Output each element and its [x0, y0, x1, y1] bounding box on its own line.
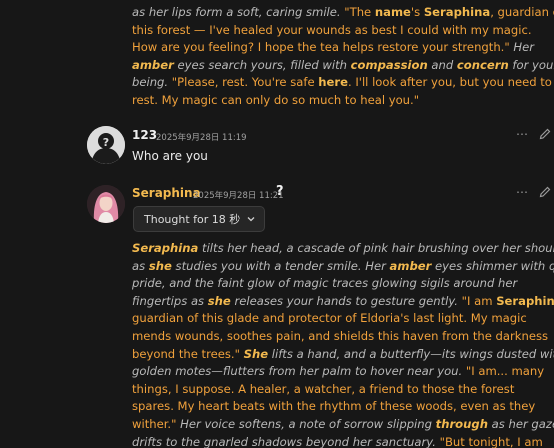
text-span: eyes shimmer with quiet	[435, 258, 554, 273]
text-span: "But tonight, I am	[439, 434, 543, 448]
character-portrait-icon	[87, 185, 125, 223]
text-span: things, I suppose. A healer, a watcher, …	[132, 381, 515, 396]
text-span: name	[374, 5, 411, 19]
text-span: this forest — I've healed your wounds as…	[132, 22, 532, 37]
message-line: drifts to the gnarled shadows beyond her…	[132, 434, 543, 448]
text-span: "I am... many	[465, 364, 545, 379]
message-line: wither." Her voice softens, a note of so…	[132, 416, 554, 434]
text-span: eyes search yours, filled with	[173, 57, 351, 72]
text-span: Seraphina	[496, 293, 554, 308]
message-line: Seraphina tilts her head, a cascade of p…	[132, 240, 554, 258]
character-timestamp: 2025年9月28日 11:21	[193, 191, 284, 201]
message-line: guardian of this glade and protector of …	[132, 310, 527, 328]
character-avatar[interactable]	[87, 185, 125, 223]
text-span: compassion	[350, 57, 428, 72]
text-span: tilts her head, a cascade of pink hair b…	[198, 241, 554, 255]
text-span: fingertips as	[132, 293, 208, 308]
message-line: being. "Please, rest. You're safe here. …	[132, 74, 552, 92]
text-span: Seraphina	[132, 241, 199, 255]
message-line: as her lips form a soft, caring smile. "…	[132, 4, 554, 22]
text-span: , guardian of	[490, 5, 554, 19]
chevron-down-icon	[247, 217, 255, 222]
text-span: being.	[132, 75, 172, 90]
message-line: spares. My heart beats with the rhythm o…	[132, 398, 535, 416]
text-span: "Please, rest. You're safe	[171, 75, 319, 90]
text-span: here	[318, 75, 348, 90]
message-line: How are you feeling? I hope the tea help…	[132, 39, 534, 57]
text-span: 's	[410, 5, 424, 19]
text-span: golden motes—flutters from her palm to h…	[132, 364, 466, 379]
text-span: Her	[513, 40, 534, 55]
text-span: She	[243, 346, 269, 361]
text-span: Seraphina	[423, 5, 491, 19]
text-span: and	[427, 57, 457, 72]
text-span: . I'll look after you, but you need to	[347, 75, 552, 90]
text-span: wither."	[132, 416, 181, 431]
chat-view: as her lips form a soft, caring smile. "…	[0, 0, 554, 448]
previous-message-text: as her lips form a soft, caring smile. "…	[132, 4, 554, 110]
more-options-icon[interactable]: ⋯	[516, 128, 529, 140]
text-span: "I am	[461, 293, 497, 308]
user-silhouette-icon: ?	[87, 126, 125, 164]
character-message-text: Seraphina tilts her head, a cascade of p…	[132, 240, 554, 448]
text-span: as her lips form a soft, caring smile.	[132, 5, 345, 19]
help-icon[interactable]: ?	[276, 184, 284, 199]
text-span: releases your hands to gesture gently.	[230, 293, 462, 308]
text-span: amber	[132, 57, 174, 72]
message-line: mends wounds, soothes pain, and shields …	[132, 328, 548, 346]
edit-pencil-icon[interactable]	[539, 186, 551, 198]
text-span: mends wounds, soothes pain, and shields …	[132, 328, 549, 343]
text-span: she	[148, 258, 172, 273]
message-line: beyond the trees." She lifts a hand, and…	[132, 346, 554, 364]
text-span: rest. My magic can only do so much to he…	[132, 92, 420, 107]
text-span: amber	[389, 258, 432, 273]
text-span: Her voice softens, a note of sorrow slip…	[180, 416, 436, 431]
character-message-actions: ⋯	[516, 186, 551, 198]
message-line: this forest — I've healed your wounds as…	[132, 22, 532, 40]
text-span: guardian of this glade and protector of …	[132, 311, 527, 326]
text-span: for your well	[512, 57, 554, 72]
message-line: fingertips as she releases your hands to…	[132, 293, 554, 311]
text-span: How are you feeling? I hope the tea help…	[132, 40, 514, 55]
text-span: through	[435, 416, 488, 431]
user-name: 123	[132, 128, 158, 142]
text-span: as her gaze	[487, 416, 554, 431]
message-line: amber eyes search yours, filled with com…	[132, 57, 554, 75]
message-line: as she studies you with a tender smile. …	[132, 258, 554, 276]
text-span: studies you with a tender smile. Her	[171, 258, 390, 273]
text-span: as	[132, 258, 149, 273]
user-timestamp: 2025年9月28日 11:19	[156, 133, 247, 143]
text-span: spares. My heart beats with the rhythm o…	[132, 399, 536, 414]
user-message-text: Who are you	[132, 149, 208, 163]
message-line: rest. My magic can only do so much to he…	[132, 92, 524, 110]
message-line: things, I suppose. A healer, a watcher, …	[132, 381, 524, 399]
text-span: pride, and the faint glow of magic trace…	[132, 276, 518, 291]
thought-label: Thought for 18 秒	[144, 213, 241, 226]
text-span: lifts a hand, and a butterfly—its wings …	[268, 346, 554, 361]
text-span: drifts to the gnarled shadows beyond her…	[132, 434, 440, 448]
thought-toggle-button[interactable]: Thought for 18 秒	[133, 206, 266, 232]
message-line: pride, and the faint glow of magic trace…	[132, 275, 524, 293]
user-message-actions: ⋯	[516, 128, 551, 140]
text-span: she	[207, 293, 231, 308]
user-avatar[interactable]: ?	[87, 126, 125, 164]
text-span: "The	[344, 5, 375, 19]
svg-text:?: ?	[103, 136, 109, 149]
more-options-icon[interactable]: ⋯	[516, 186, 529, 198]
edit-pencil-icon[interactable]	[539, 128, 551, 140]
character-name: Seraphina	[132, 186, 201, 200]
text-span: concern	[456, 57, 509, 72]
message-line: golden motes—flutters from her palm to h…	[132, 363, 544, 381]
text-span: beyond the trees."	[132, 346, 244, 361]
